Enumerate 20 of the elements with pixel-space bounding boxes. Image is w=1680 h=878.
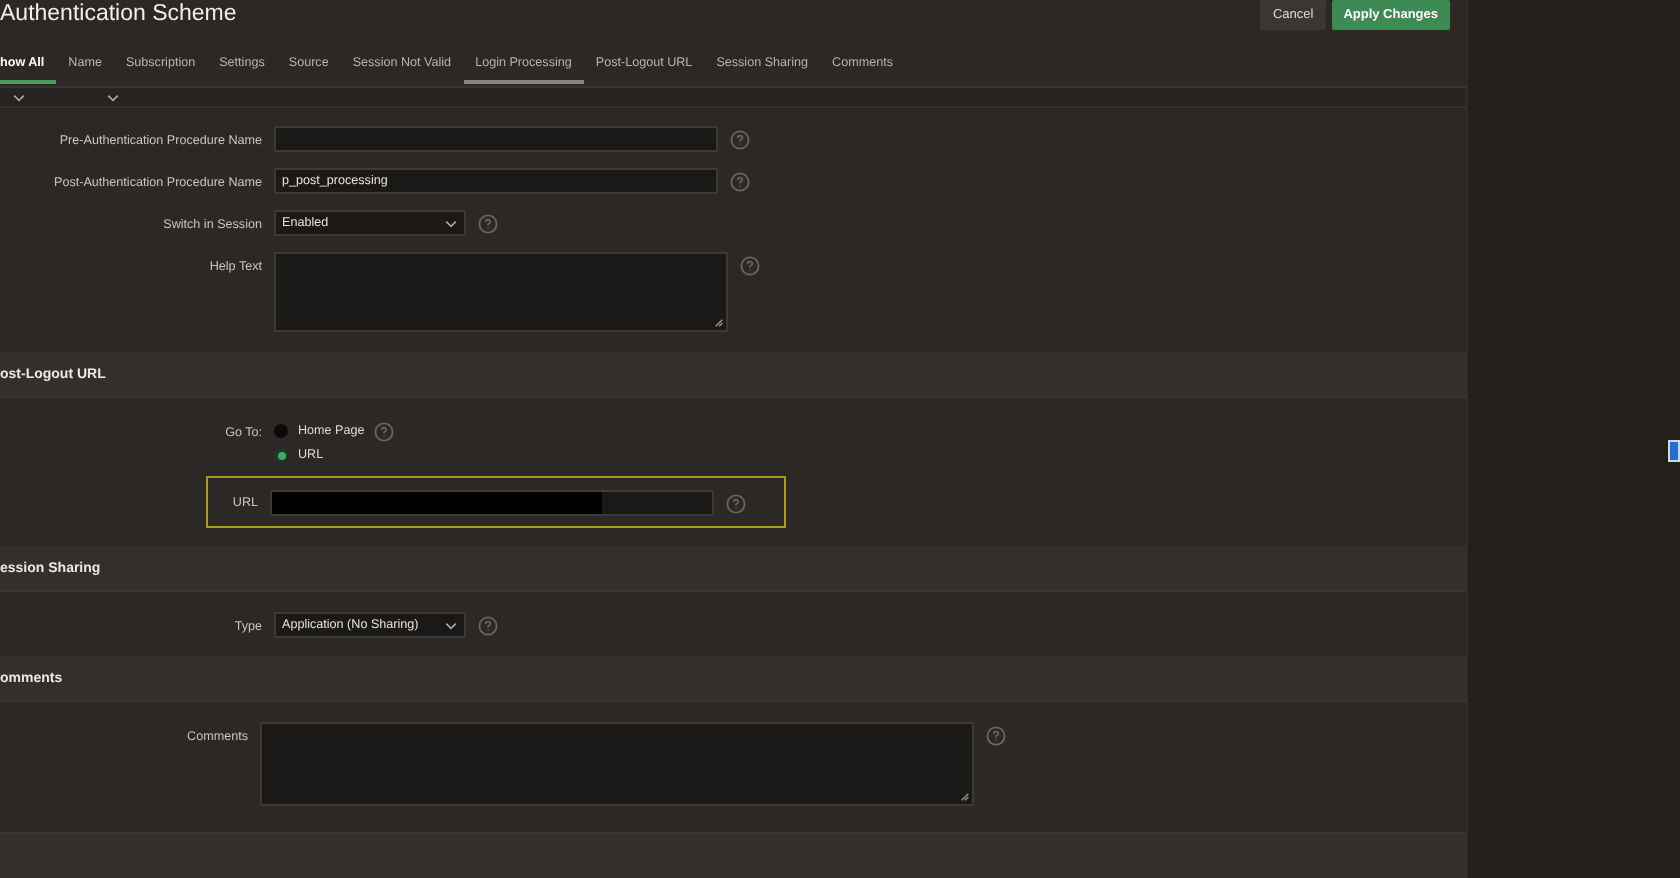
help-icon[interactable]: [730, 130, 750, 150]
chevron-down-icon: [106, 93, 120, 101]
help-icon[interactable]: [726, 494, 746, 514]
page-title: Authentication Scheme: [0, 2, 237, 26]
scroll-marker: [1668, 440, 1680, 462]
help-icon[interactable]: [478, 616, 498, 636]
chevron-down-icon: [444, 621, 458, 629]
chevron-down-icon: [444, 219, 458, 227]
help-icon[interactable]: [740, 256, 760, 276]
help-icon[interactable]: [986, 726, 1006, 746]
radio-button[interactable]: [274, 448, 288, 462]
radio-button[interactable]: [274, 423, 288, 437]
help-icon[interactable]: [374, 422, 395, 442]
help-icon[interactable]: [478, 214, 498, 234]
resize-grip-icon[interactable]: [714, 318, 724, 328]
url-field[interactable]: [270, 489, 714, 515]
text-field[interactable]: [274, 126, 718, 152]
resize-grip-icon[interactable]: [960, 792, 970, 802]
chevron-down-icon: [12, 93, 26, 101]
help-icon[interactable]: [730, 172, 750, 192]
